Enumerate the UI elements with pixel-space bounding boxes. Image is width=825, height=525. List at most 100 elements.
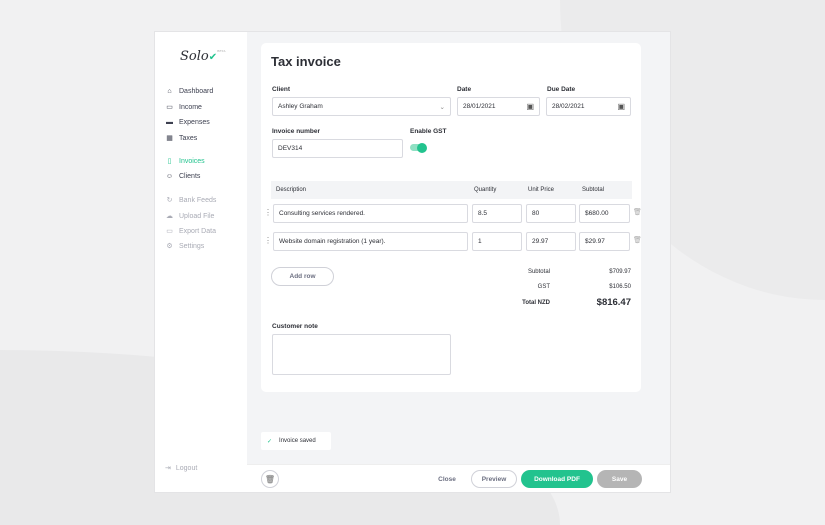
total-label: Total NZD: [522, 300, 550, 306]
calendar-icon[interactable]: ▣: [617, 102, 625, 111]
subtotal-value: $29.97: [585, 238, 605, 245]
gst-label: Enable GST: [410, 128, 447, 135]
chevron-down-icon: ⌄: [439, 103, 445, 111]
sidebar-item-expenses[interactable]: ▬ Expenses: [165, 119, 210, 126]
footer-bar: 🗑 Close Preview Download PDF Save: [247, 464, 670, 492]
description-value: Website domain registration (1 year).: [279, 238, 386, 245]
sidebar-item-taxes[interactable]: ▦ Taxes: [165, 134, 198, 143]
column-header: Quantity: [474, 187, 497, 193]
sidebar-item-label: Bank Feeds: [179, 196, 217, 204]
client-label: Client: [272, 86, 291, 93]
subtotal-field: $680.00: [579, 204, 630, 223]
sidebar-item-clients[interactable]: ☺ Clients: [165, 173, 200, 180]
delete-invoice-button[interactable]: 🗑: [261, 470, 279, 488]
customer-note-label: Customer note: [272, 323, 318, 330]
date-label: Date: [457, 86, 472, 93]
add-row-button[interactable]: Add row: [271, 267, 334, 286]
logo-text: Solo: [180, 49, 209, 64]
unit-price-value: 29.97: [532, 238, 549, 245]
sidebar-item-label: Income: [179, 103, 202, 111]
folder-icon: ▭: [166, 104, 173, 111]
logo: Solo✔BETA: [180, 49, 226, 64]
beta-badge: BETA: [217, 49, 226, 53]
sidebar-item-invoices[interactable]: ▯ Invoices: [165, 157, 205, 166]
sidebar-item-upload-file[interactable]: ☁ Upload File: [165, 212, 215, 221]
subtotal-value: $680.00: [585, 210, 609, 217]
invoice-icon: ▯: [167, 158, 172, 165]
sidebar-item-label: Expenses: [179, 119, 210, 126]
invoice-number-label: Invoice number: [272, 128, 321, 135]
unit-price-input[interactable]: 80: [526, 204, 576, 223]
sidebar-item-bank-feeds[interactable]: ↻ Bank Feeds: [165, 196, 217, 205]
app-window: Solo✔BETA ⌂ Dashboard ▭ Income ▬ Expenses ▦ Tax…: [154, 31, 671, 493]
users-icon: ☺: [165, 173, 174, 180]
drag-handle-icon[interactable]: ⋮: [264, 236, 272, 245]
sidebar-item-export-data[interactable]: ▭ Export Data: [165, 227, 216, 236]
sidebar-item-label: Upload File: [179, 212, 215, 220]
logout-link[interactable]: ⇥ Logout: [165, 464, 198, 473]
sync-icon: ↻: [166, 197, 173, 204]
sidebar-item-label: Clients: [179, 173, 201, 180]
total-value: $816.47: [596, 297, 631, 308]
sidebar-item-label: Export Data: [179, 227, 216, 235]
page-title: Tax invoice: [271, 54, 341, 69]
date-input[interactable]: 28/01/2021 ▣: [457, 97, 540, 116]
client-select[interactable]: Ashley Graham ⌄: [272, 97, 451, 116]
subtotal-field: $29.97: [579, 232, 630, 251]
gst-toggle[interactable]: [410, 142, 427, 153]
gst-total-value: $106.50: [609, 284, 631, 290]
description-input[interactable]: Website domain registration (1 year).: [273, 232, 468, 251]
sidebar-item-dashboard[interactable]: ⌂ Dashboard: [165, 88, 213, 95]
drag-handle-icon[interactable]: ⋮: [264, 208, 272, 217]
quantity-input[interactable]: 1: [472, 232, 522, 251]
sidebar-item-label: Invoices: [179, 157, 205, 165]
invoice-card: Tax invoice Client Ashley Graham ⌄ Date 2…: [261, 43, 642, 392]
table-header: Description Quantity Unit Price Subtotal: [271, 181, 632, 199]
toast-message: Invoice saved: [279, 438, 316, 444]
preview-button[interactable]: Preview: [471, 470, 517, 488]
quantity-value: 8.5: [478, 210, 488, 217]
gst-total-label: GST: [537, 284, 550, 290]
client-value: Ashley Graham: [278, 103, 323, 110]
unit-price-value: 80: [532, 210, 540, 217]
quantity-value: 1: [478, 238, 482, 245]
toast: ✓ Invoice saved: [261, 432, 331, 450]
download-pdf-button[interactable]: Download PDF: [521, 470, 593, 488]
trash-icon: 🗑: [264, 474, 276, 484]
invoice-number-value: DEV314: [278, 145, 303, 152]
close-button[interactable]: Close: [432, 470, 462, 488]
due-date-value: 28/02/2021: [552, 103, 585, 110]
description-value: Consulting services rendered.: [279, 210, 365, 217]
unit-price-input[interactable]: 29.97: [526, 232, 576, 251]
trash-icon[interactable]: 🗑: [633, 236, 642, 244]
quantity-input[interactable]: 8.5: [472, 204, 522, 223]
gear-icon: ⚙: [166, 243, 173, 250]
invoice-number-input[interactable]: DEV314: [272, 139, 403, 158]
sidebar-item-label: Settings: [179, 242, 205, 250]
export-icon: ▭: [166, 228, 173, 235]
description-input[interactable]: Consulting services rendered.: [273, 204, 468, 223]
due-date-input[interactable]: 28/02/2021 ▣: [546, 97, 631, 116]
upload-icon: ☁: [166, 213, 173, 220]
date-value: 28/01/2021: [463, 103, 496, 110]
logout-icon: ⇥: [165, 465, 171, 472]
subtotal-label: Subtotal: [527, 269, 550, 275]
main-area: Tax invoice Client Ashley Graham ⌄ Date 2…: [247, 32, 670, 464]
save-button[interactable]: Save: [597, 470, 642, 488]
sidebar-item-income[interactable]: ▭ Income: [165, 103, 202, 112]
customer-note-textarea[interactable]: [272, 334, 451, 375]
subtotal-value: $709.97: [609, 269, 631, 275]
logout-label: Logout: [175, 464, 198, 472]
home-icon: ⌂: [167, 88, 172, 95]
sidebar-item-settings[interactable]: ⚙ Settings: [165, 242, 205, 251]
trash-icon[interactable]: 🗑: [633, 208, 642, 216]
sidebar-item-label: Taxes: [179, 134, 198, 142]
column-header: Subtotal: [582, 187, 605, 193]
sidebar-item-label: Dashboard: [179, 88, 214, 95]
calculator-icon: ▦: [166, 135, 173, 142]
calendar-icon[interactable]: ▣: [526, 102, 534, 111]
column-header: Unit Price: [528, 187, 555, 193]
column-header: Description: [276, 187, 307, 193]
card-icon: ▬: [166, 119, 173, 126]
sidebar: Solo✔BETA ⌂ Dashboard ▭ Income ▬ Expenses ▦ Tax…: [155, 32, 247, 492]
